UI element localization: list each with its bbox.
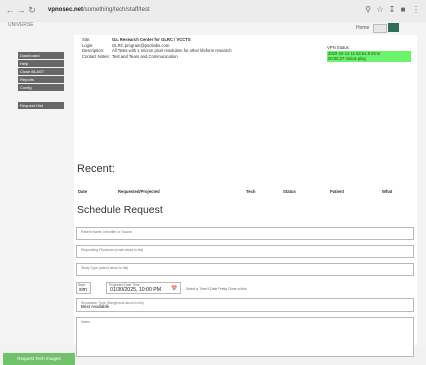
info-row: Contact Notes: Test and Team and Communi… [82, 54, 312, 60]
address-bar[interactable]: vpnosec.net/something/tech/staff/test [48, 4, 348, 17]
reload-icon[interactable]: ↻ [27, 5, 37, 15]
app-logo[interactable]: UNIVERSE [8, 23, 34, 28]
separation-value: Best Available [81, 304, 110, 309]
menu-button[interactable] [373, 24, 387, 33]
date-time-input[interactable]: Projected Date Time 01/30/2025, 10:00 PM… [106, 282, 181, 294]
sidebar-item-help[interactable]: Help [18, 60, 64, 67]
sidebar-item-close-blast[interactable]: Close BLAST [18, 68, 64, 75]
forward-icon[interactable]: → [16, 5, 26, 15]
submit-request-button[interactable]: Request Tech Images [3, 353, 75, 365]
home-link[interactable]: Home [356, 25, 369, 31]
user-avatar[interactable] [388, 23, 399, 32]
start-value: sim [79, 287, 87, 293]
notes-textarea[interactable]: Notes [76, 317, 414, 357]
sidebar-item-request-hist[interactable]: Request Hist [18, 102, 64, 109]
info-key: Contact Notes: [82, 53, 110, 59]
study-type-input[interactable]: Study Type (select about to list) [76, 263, 414, 276]
date-hint: Select a Time if Date Pretty Close to th… [186, 287, 247, 291]
column-date[interactable]: Date [78, 189, 87, 194]
calendar-icon[interactable]: 📅 [171, 286, 177, 292]
patient-input[interactable]: Patient Name, Identifier or Source [76, 227, 414, 240]
star-icon[interactable]: ☆ [375, 5, 385, 15]
sidebar-item-reports[interactable]: Reports [18, 76, 64, 83]
url-domain: vpnosec.net [48, 7, 84, 13]
menu-icon[interactable]: ⋮ [411, 5, 421, 15]
profile-icon[interactable]: ■ [398, 5, 408, 15]
sidebar-item-config[interactable]: Config [18, 84, 64, 91]
info-value: Test and Team and Communication [112, 53, 178, 59]
browser-toolbar: ← → ↻ vpnosec.net/something/tech/staff/t… [0, 0, 426, 23]
schedule-heading: Schedule Request [77, 204, 163, 216]
physician-input-placeholder: Requesting Physician (email about to lis… [81, 248, 144, 252]
sidebar-item-dashboard[interactable]: Dashboard [18, 52, 64, 59]
column-patient[interactable]: Patient [330, 189, 344, 194]
vpn-status: VPN Status: 2020-10-13 11:53:54.8 Error … [327, 45, 411, 62]
column-requested[interactable]: Requested/Projected [118, 189, 160, 194]
top-bar: UNIVERSE Home [0, 22, 426, 34]
separation-select[interactable]: Separation Type (Dangerous about to list… [76, 298, 414, 312]
recent-table-header: Date Requested/Projected Tech Status Pat… [78, 189, 416, 197]
notes-placeholder: Notes [81, 320, 90, 324]
main-content: Site: Ga. Research Center for GLRC / VCC… [74, 35, 417, 357]
download-icon[interactable]: ↧ [387, 5, 397, 15]
url-path: /something/tech/staff/test [83, 7, 150, 13]
study-type-placeholder: Study Type (select about to list) [81, 266, 129, 270]
site-info: Site: Ga. Research Center for GLRC / VCC… [82, 37, 312, 59]
patient-input-placeholder: Patient Name, Identifier or Source [81, 230, 133, 234]
column-tech[interactable]: Tech [246, 189, 255, 194]
start-select[interactable]: Start sim [76, 282, 91, 294]
column-what[interactable]: What [382, 189, 392, 194]
column-status[interactable]: Status [283, 189, 296, 194]
recent-heading: Recent: [77, 163, 115, 175]
page: UNIVERSE Home Dashboard Help Close BLAST… [0, 22, 426, 365]
back-icon[interactable]: ← [5, 5, 15, 15]
sidebar: Dashboard Help Close BLAST Reports Confi… [18, 52, 64, 110]
date-value: 01/30/2025, 10:00 PM [110, 287, 162, 293]
zoom-icon[interactable]: ⚲ [363, 5, 373, 15]
vpn-status-line: 00:00:27 minus ping [327, 56, 411, 62]
physician-input[interactable]: Requesting Physician (email about to lis… [76, 245, 414, 258]
